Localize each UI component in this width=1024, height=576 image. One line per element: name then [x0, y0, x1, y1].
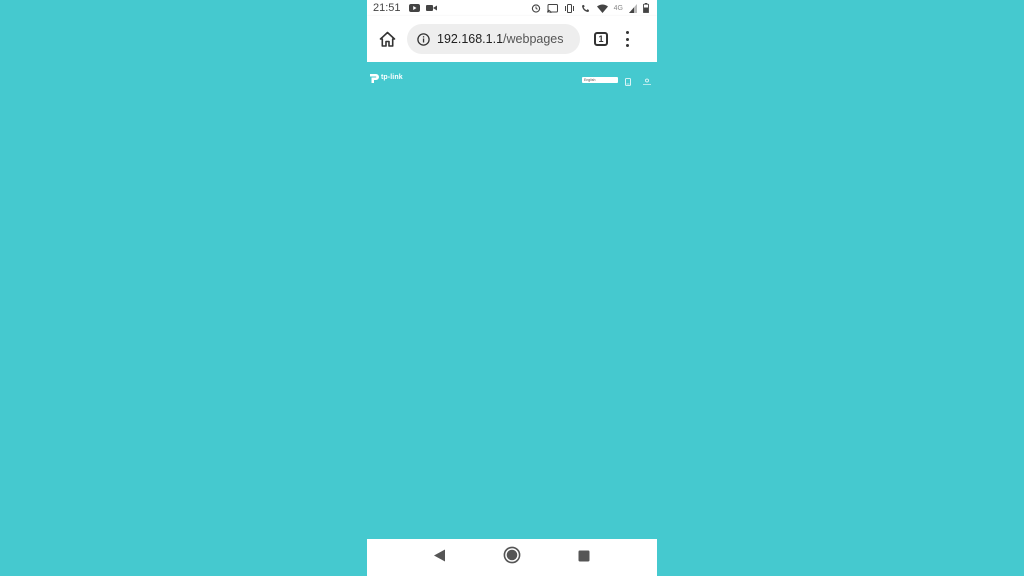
url-host: 192.168.1.1	[437, 32, 504, 46]
phone-screen: 21:51 4G 192.168.1.1/webpages 1 tp-link …	[367, 0, 657, 576]
support-icon[interactable]	[642, 73, 652, 91]
url-text[interactable]: 192.168.1.1/webpages	[437, 32, 564, 46]
android-nav-bar	[367, 539, 657, 576]
browser-toolbar: 192.168.1.1/webpages 1	[367, 16, 657, 62]
url-path: /webpages	[503, 32, 564, 46]
cast-icon	[546, 3, 558, 13]
tab-switcher-button[interactable]: 1	[594, 32, 608, 46]
menu-dot	[625, 31, 629, 34]
browser-menu-button[interactable]	[624, 31, 630, 47]
wifi-icon	[596, 4, 608, 13]
youtube-icon	[408, 4, 420, 12]
alarm-icon	[531, 3, 541, 13]
status-time: 21:51	[373, 2, 401, 14]
tplink-logo-icon	[370, 74, 379, 83]
language-select[interactable]: English	[582, 77, 618, 83]
home-icon	[379, 31, 395, 47]
back-icon[interactable]	[433, 549, 446, 567]
network-label: 4G	[613, 4, 623, 12]
info-icon[interactable]	[417, 32, 430, 46]
tplink-logo[interactable]: tp-link	[368, 71, 403, 84]
app-icon[interactable]	[625, 73, 631, 91]
address-bar[interactable]: 192.168.1.1/webpages	[407, 24, 580, 54]
vibrate-icon	[564, 3, 575, 13]
menu-dot	[625, 44, 629, 47]
home-circle-icon[interactable]	[503, 546, 521, 569]
logo-text: tp-link	[381, 74, 403, 81]
recents-icon[interactable]	[578, 549, 590, 567]
status-bar: 21:51 4G	[367, 0, 657, 16]
video-camera-icon	[425, 4, 437, 12]
battery-icon	[643, 3, 649, 13]
menu-dot	[625, 37, 629, 41]
wifi-call-icon	[581, 4, 591, 13]
web-page: tp-link English	[367, 62, 657, 539]
browser-home-button[interactable]	[376, 28, 398, 50]
signal-icon	[629, 3, 637, 13]
